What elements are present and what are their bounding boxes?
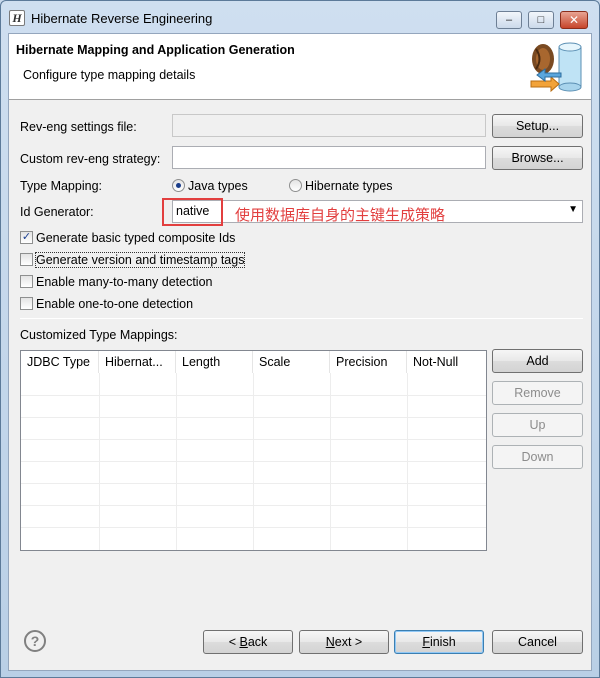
grid-line (21, 483, 486, 484)
dialog-client-area: Hibernate Mapping and Application Genera… (8, 33, 592, 671)
title-bar[interactable]: H Hibernate Reverse Engineering – □ ✕ (1, 1, 599, 33)
maximize-button[interactable]: □ (528, 11, 554, 29)
column-header-precision[interactable]: Precision (330, 351, 407, 373)
minimize-button[interactable]: – (496, 11, 522, 29)
close-button[interactable]: ✕ (560, 11, 588, 29)
composite-ids-checkbox[interactable]: ✓ (20, 231, 33, 244)
setup-button[interactable]: Setup... (492, 114, 583, 138)
column-header-not-null[interactable]: Not-Null (407, 351, 486, 373)
chevron-down-icon[interactable]: ▼ (568, 204, 578, 215)
type-mapping-label: Type Mapping: (20, 179, 102, 193)
add-button[interactable]: Add (492, 349, 583, 373)
grid-line (21, 505, 486, 506)
column-header-hibernate[interactable]: Hibernat... (99, 351, 176, 373)
grid-line (21, 395, 486, 396)
grid-line (21, 461, 486, 462)
many-to-many-checkbox[interactable] (20, 275, 33, 288)
cancel-button[interactable]: Cancel (492, 630, 583, 654)
back-button[interactable]: < Back (203, 630, 293, 654)
id-generator-label: Id Generator: (20, 205, 94, 219)
custom-strategy-field[interactable] (172, 146, 486, 169)
custom-strategy-label: Custom rev-eng strategy: (20, 152, 161, 166)
down-button[interactable]: Down (492, 445, 583, 469)
database-mapping-icon (530, 42, 582, 93)
one-to-one-label[interactable]: Enable one-to-one detection (36, 297, 193, 311)
hibernate-types-label[interactable]: Hibernate types (305, 179, 393, 193)
wizard-header: Hibernate Mapping and Application Genera… (9, 34, 591, 100)
composite-ids-label[interactable]: Generate basic typed composite Ids (36, 231, 235, 245)
help-icon[interactable]: ? (24, 630, 46, 652)
annotation-highlight-box (162, 198, 223, 226)
column-header-jdbc-type[interactable]: JDBC Type (21, 351, 99, 373)
many-to-many-label[interactable]: Enable many-to-many detection (36, 275, 212, 289)
version-timestamp-checkbox[interactable] (20, 253, 33, 266)
window-title: Hibernate Reverse Engineering (31, 11, 213, 26)
grid-line (21, 527, 486, 528)
remove-button[interactable]: Remove (492, 381, 583, 405)
mappings-label: Customized Type Mappings: (20, 328, 178, 342)
column-header-length[interactable]: Length (176, 351, 253, 373)
finish-button[interactable]: Finish (394, 630, 484, 654)
annotation-text: 使用数据库自身的主键生成策略 (235, 207, 446, 224)
column-header-scale[interactable]: Scale (253, 351, 330, 373)
type-mappings-table[interactable]: JDBC Type Hibernat... Length Scale Preci… (20, 350, 487, 551)
reveng-settings-field (172, 114, 486, 137)
reveng-settings-label: Rev-eng settings file: (20, 120, 137, 134)
hibernate-types-radio[interactable] (289, 179, 302, 192)
one-to-one-checkbox[interactable] (20, 297, 33, 310)
grid-line (21, 417, 486, 418)
grid-line (21, 439, 486, 440)
dialog-window: H Hibernate Reverse Engineering – □ ✕ Hi… (0, 0, 600, 678)
java-types-label[interactable]: Java types (188, 179, 248, 193)
up-button[interactable]: Up (492, 413, 583, 437)
browse-button[interactable]: Browse... (492, 146, 583, 170)
next-button[interactable]: Next > (299, 630, 389, 654)
wizard-subtitle: Configure type mapping details (23, 68, 196, 82)
separator (20, 318, 583, 319)
hibernate-app-icon: H (9, 10, 25, 26)
wizard-title: Hibernate Mapping and Application Genera… (16, 43, 295, 57)
version-timestamp-label[interactable]: Generate version and timestamp tags (34, 252, 246, 268)
java-types-radio[interactable] (172, 179, 185, 192)
